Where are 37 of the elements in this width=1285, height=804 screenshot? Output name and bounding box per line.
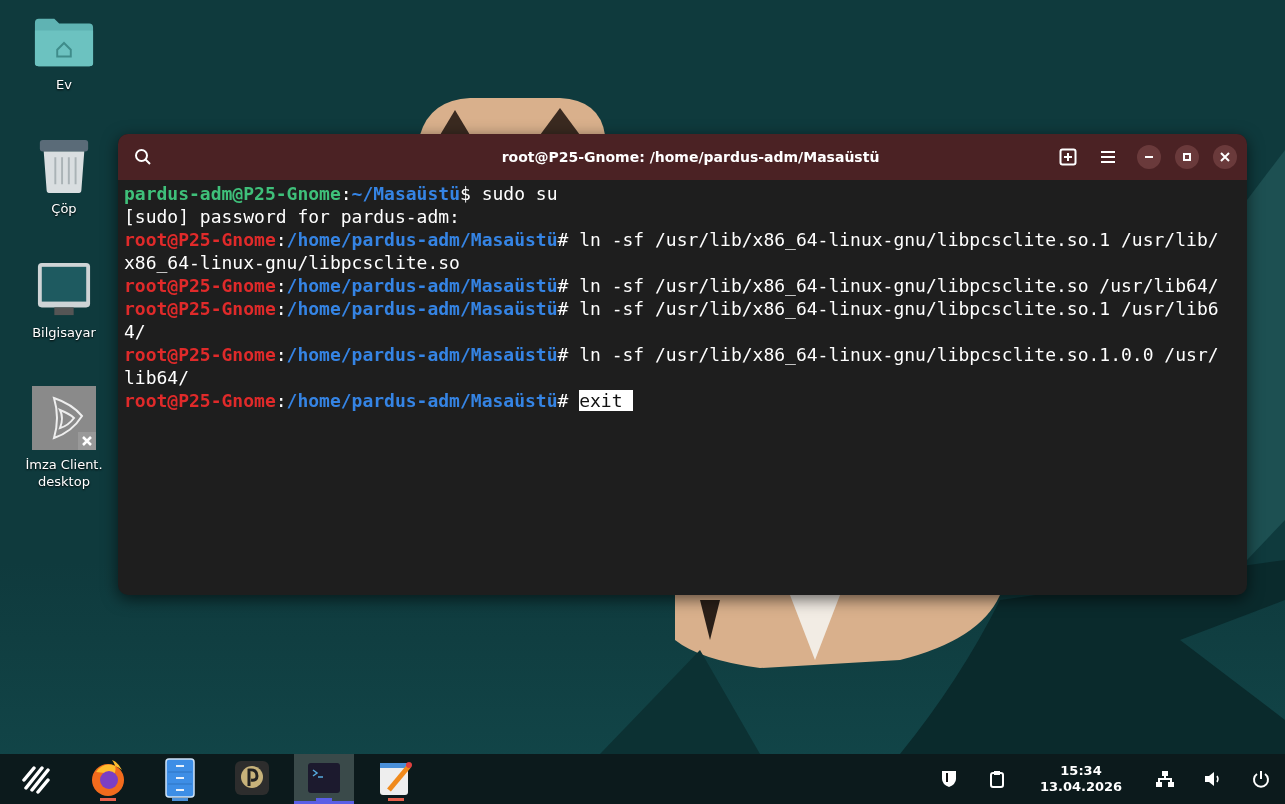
terminal-icon	[307, 761, 341, 794]
terminal-line: root@P25-Gnome:/home/pardus-adm/Masaüstü# ln -sf /usr/lib/x86_64-linux-gnu/libpcsclite.so.1 /usr/lib6	[124, 297, 1220, 320]
maximize-icon	[1182, 152, 1192, 162]
terminal-line: root@P25-Gnome:/home/pardus-adm/Masaüstü# ln -sf /usr/lib/x86_64-linux-gnu/libpcsclite.so /usr/lib64/	[124, 274, 1220, 297]
window-title: root@P25-Gnome: /home/pardus-adm/Masaüstü	[500, 149, 881, 165]
terminal-line: 4/	[124, 320, 147, 343]
minimize-icon	[1144, 156, 1154, 158]
close-button[interactable]	[1213, 145, 1237, 169]
terminal-line: lib64/	[124, 366, 191, 389]
file-cabinet-icon	[165, 757, 195, 798]
network-icon	[1156, 771, 1174, 787]
terminal-line: pardus-adm@P25-Gnome:~/Masaüstü$ sudo su	[124, 182, 559, 205]
shield-icon	[941, 770, 957, 788]
terminal-line: [sudo] password for pardus-adm:	[124, 205, 461, 228]
plus-square-icon	[1059, 148, 1077, 166]
terminal-line: root@P25-Gnome:/home/pardus-adm/Masaüstü# ln -sf /usr/lib/x86_64-linux-gnu/libpcsclite.so.1.0.0 /usr/	[124, 343, 1220, 366]
icon-label: İmza Client. desktop	[25, 456, 103, 490]
pardus-icon	[234, 759, 270, 796]
search-icon	[134, 148, 152, 166]
clock[interactable]: 15:34 13.04.2026	[1021, 754, 1141, 804]
clipboard-icon	[989, 770, 1005, 788]
text-editor-icon	[379, 759, 413, 796]
clock-time: 15:34	[1060, 763, 1102, 779]
menu-icon	[1099, 149, 1117, 165]
clock-date: 13.04.2026	[1039, 779, 1123, 795]
maximize-button[interactable]	[1175, 145, 1199, 169]
terminal-line: x86_64-linux-gnu/libpcsclite.so	[124, 251, 461, 274]
terminal-line: root@P25-Gnome:/home/pardus-adm/Masaüstü# exit	[124, 389, 1241, 412]
power-icon	[1252, 770, 1270, 788]
icon-label: Ev	[56, 76, 72, 93]
icon-label: Çöp	[51, 200, 77, 217]
volume-icon	[1204, 771, 1222, 787]
broken-launcher-icon[interactable]	[32, 386, 96, 450]
icon-label: Bilgisayar	[32, 324, 96, 341]
terminal-line: root@P25-Gnome:/home/pardus-adm/Masaüstü# ln -sf /usr/lib/x86_64-linux-gnu/libpcsclite.so.1 /usr/lib/	[124, 228, 1220, 251]
close-icon	[1220, 152, 1230, 162]
minimize-button[interactable]	[1137, 145, 1161, 169]
